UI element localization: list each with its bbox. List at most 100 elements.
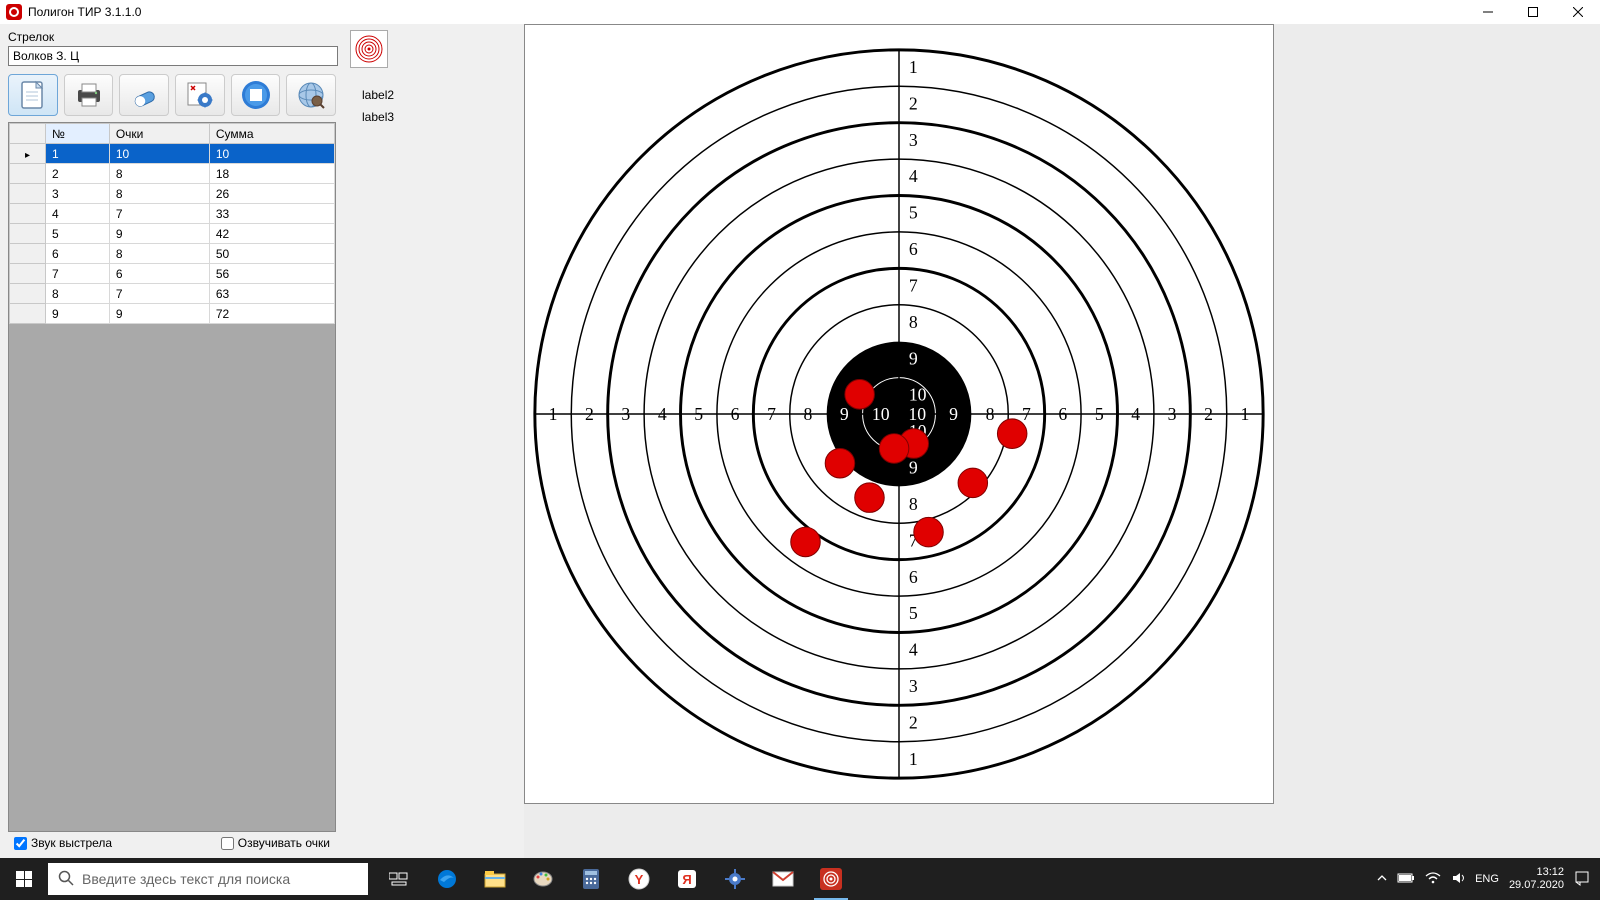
yandex-browser-icon[interactable]: Y bbox=[616, 858, 662, 900]
svg-text:2: 2 bbox=[585, 404, 594, 424]
svg-text:6: 6 bbox=[909, 239, 918, 259]
toolbar bbox=[4, 72, 340, 122]
svg-text:8: 8 bbox=[909, 312, 918, 332]
target-area: 1111222233334444555566667777888899991010… bbox=[524, 24, 1600, 858]
svg-text:10: 10 bbox=[909, 385, 927, 405]
shot-marker bbox=[845, 380, 875, 410]
shot-marker bbox=[914, 517, 944, 547]
svg-text:9: 9 bbox=[840, 404, 849, 424]
svg-text:10: 10 bbox=[872, 404, 890, 424]
erase-button[interactable] bbox=[119, 74, 169, 116]
svg-text:1: 1 bbox=[1241, 404, 1250, 424]
explorer-icon[interactable] bbox=[472, 858, 518, 900]
volume-icon[interactable] bbox=[1451, 871, 1465, 888]
svg-text:1: 1 bbox=[909, 749, 918, 769]
maximize-button[interactable] bbox=[1510, 0, 1555, 24]
calculator-icon[interactable] bbox=[568, 858, 614, 900]
clock[interactable]: 13:12 29.07.2020 bbox=[1509, 866, 1564, 892]
settings-gear-icon[interactable] bbox=[712, 858, 758, 900]
svg-text:6: 6 bbox=[909, 567, 918, 587]
start-button[interactable] bbox=[0, 858, 48, 900]
table-row[interactable]: 7656 bbox=[10, 264, 335, 284]
svg-text:3: 3 bbox=[1168, 404, 1177, 424]
svg-text:1: 1 bbox=[909, 57, 918, 77]
svg-text:7: 7 bbox=[1022, 404, 1031, 424]
notifications-icon[interactable] bbox=[1574, 870, 1590, 889]
svg-text:1: 1 bbox=[549, 404, 558, 424]
svg-text:5: 5 bbox=[1095, 404, 1104, 424]
svg-text:8: 8 bbox=[986, 404, 995, 424]
svg-text:5: 5 bbox=[909, 203, 918, 223]
shot-marker bbox=[855, 483, 885, 513]
close-button[interactable] bbox=[1555, 0, 1600, 24]
svg-text:5: 5 bbox=[694, 404, 703, 424]
taskbar-search[interactable]: Введите здесь текст для поиска bbox=[48, 863, 368, 895]
svg-text:Y: Y bbox=[635, 872, 644, 887]
table-row[interactable]: 3826 bbox=[10, 184, 335, 204]
target-canvas[interactable]: 1111222233334444555566667777888899991010… bbox=[524, 24, 1274, 804]
svg-text:2: 2 bbox=[909, 712, 918, 732]
paint-icon[interactable] bbox=[520, 858, 566, 900]
shooter-label: Стрелок bbox=[8, 30, 340, 44]
row-header-col bbox=[10, 124, 46, 144]
date-text: 29.07.2020 bbox=[1509, 879, 1564, 892]
shots-grid[interactable]: № Очки Сумма 110102818382647335942685076… bbox=[8, 122, 336, 832]
settings-button[interactable] bbox=[175, 74, 225, 116]
tray-chevron-icon[interactable] bbox=[1377, 873, 1387, 886]
table-row[interactable]: 8763 bbox=[10, 284, 335, 304]
shot-marker bbox=[997, 419, 1027, 449]
svg-text:2: 2 bbox=[1204, 404, 1213, 424]
edge-icon[interactable] bbox=[424, 858, 470, 900]
svg-text:6: 6 bbox=[1058, 404, 1067, 424]
select-target-button[interactable] bbox=[350, 30, 388, 68]
col-num[interactable]: № bbox=[46, 124, 110, 144]
svg-text:8: 8 bbox=[804, 404, 813, 424]
table-row[interactable]: 6850 bbox=[10, 244, 335, 264]
print-button[interactable] bbox=[64, 74, 114, 116]
stop-button[interactable] bbox=[231, 74, 281, 116]
shot-marker bbox=[791, 527, 821, 557]
polygon-app-icon[interactable] bbox=[808, 858, 854, 900]
svg-text:9: 9 bbox=[909, 458, 918, 478]
globe-button[interactable] bbox=[286, 74, 336, 116]
table-row[interactable]: 9972 bbox=[10, 304, 335, 324]
sound-shot-checkbox[interactable]: Звук выстрела bbox=[14, 836, 112, 850]
left-panel: Стрелок bbox=[0, 24, 344, 858]
system-tray: ENG 13:12 29.07.2020 bbox=[1377, 866, 1600, 892]
app-icon bbox=[6, 4, 22, 20]
gmail-icon[interactable] bbox=[760, 858, 806, 900]
svg-text:8: 8 bbox=[909, 494, 918, 514]
label3-text: label3 bbox=[362, 110, 518, 124]
search-icon bbox=[58, 870, 74, 889]
table-row[interactable]: 2818 bbox=[10, 164, 335, 184]
svg-text:9: 9 bbox=[909, 348, 918, 368]
battery-icon[interactable] bbox=[1397, 872, 1415, 887]
shot-marker bbox=[958, 468, 988, 498]
minimize-button[interactable] bbox=[1465, 0, 1510, 24]
table-row[interactable]: 5942 bbox=[10, 224, 335, 244]
taskbar-apps: Y Я bbox=[376, 858, 854, 900]
voice-points-checkbox[interactable]: Озвучивать очки bbox=[221, 836, 330, 850]
taskbar: Введите здесь текст для поиска Y Я ENG 1… bbox=[0, 858, 1600, 900]
new-doc-button[interactable] bbox=[8, 74, 58, 116]
wifi-icon[interactable] bbox=[1425, 872, 1441, 887]
bottom-options: Звук выстрела Озвучивать очки bbox=[8, 832, 336, 854]
time-text: 13:12 bbox=[1509, 866, 1564, 879]
col-points[interactable]: Очки bbox=[109, 124, 209, 144]
language-indicator[interactable]: ENG bbox=[1475, 873, 1499, 885]
main-area: Стрелок bbox=[0, 24, 1600, 858]
task-view-icon[interactable] bbox=[376, 858, 422, 900]
svg-text:3: 3 bbox=[621, 404, 630, 424]
yandex-icon[interactable]: Я bbox=[664, 858, 710, 900]
svg-text:5: 5 bbox=[909, 603, 918, 623]
target-svg: 1111222233334444555566667777888899991010… bbox=[525, 25, 1273, 803]
col-sum[interactable]: Сумма bbox=[209, 124, 334, 144]
table-row[interactable]: 4733 bbox=[10, 204, 335, 224]
windows-logo-icon bbox=[16, 871, 32, 887]
shot-marker bbox=[825, 448, 855, 478]
search-placeholder: Введите здесь текст для поиска bbox=[82, 871, 290, 887]
table-row[interactable]: 11010 bbox=[10, 144, 335, 164]
titlebar: Полигон ТИР 3.1.1.0 bbox=[0, 0, 1600, 24]
shooter-input[interactable] bbox=[8, 46, 338, 66]
svg-text:9: 9 bbox=[949, 404, 958, 424]
